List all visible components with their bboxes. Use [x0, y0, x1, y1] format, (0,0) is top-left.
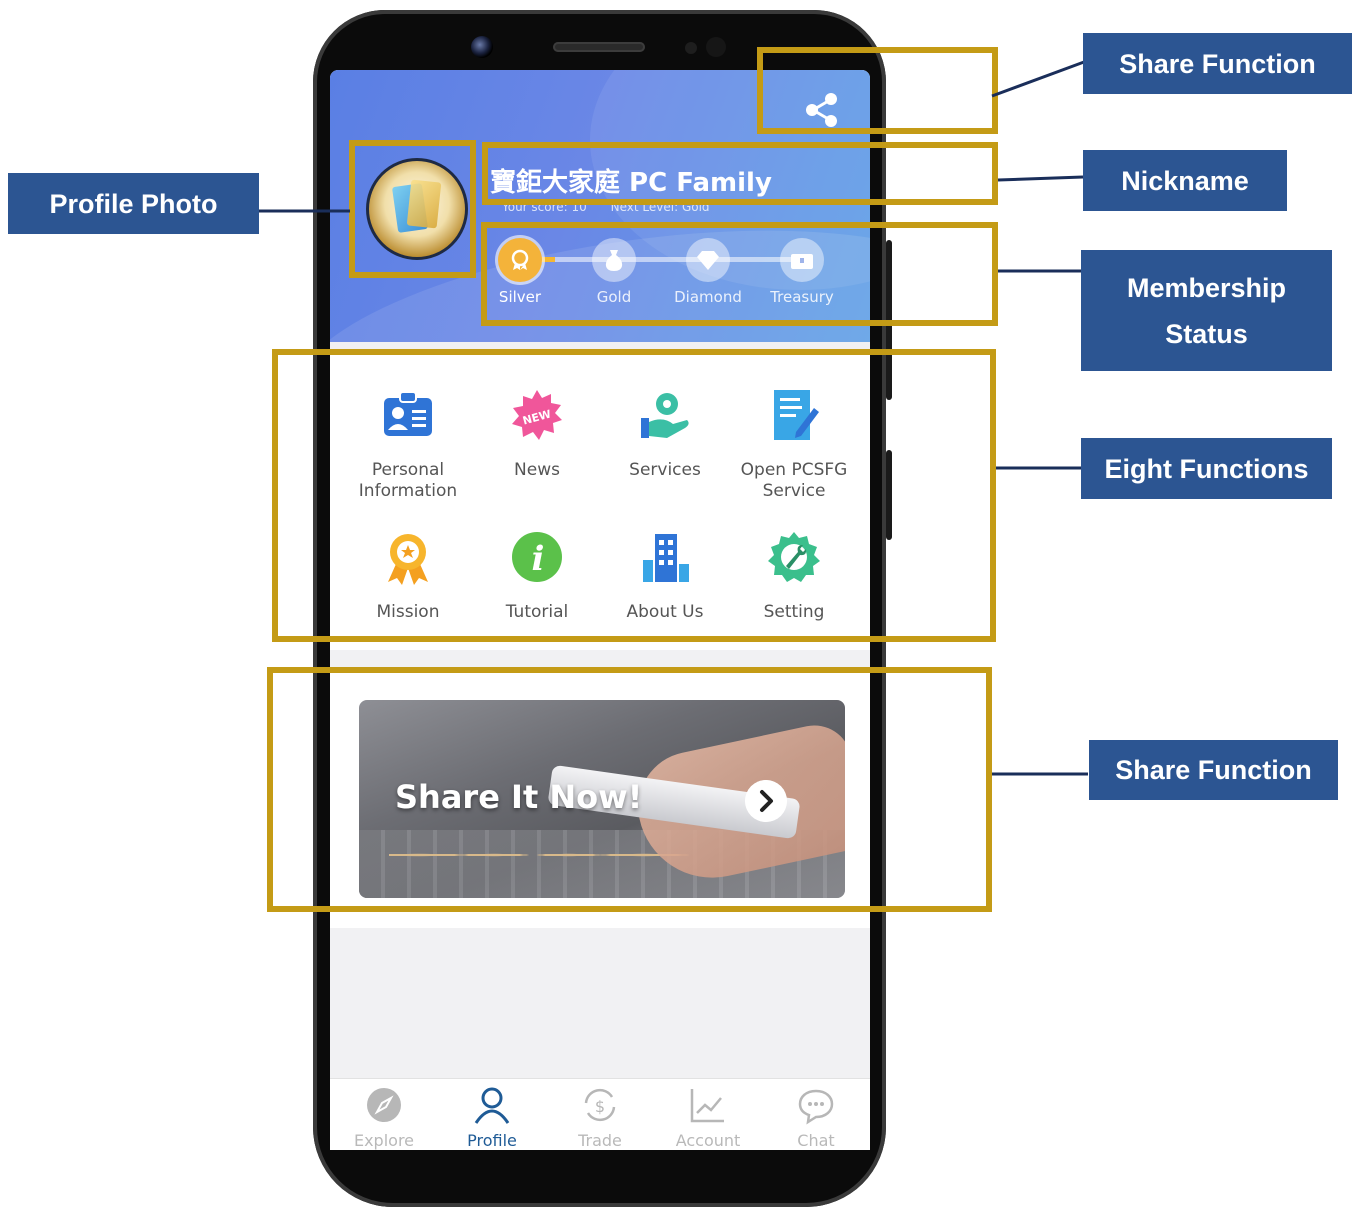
callout-eight-functions: Eight Functions: [1081, 438, 1332, 499]
callout-share-function-top: Share Function: [1083, 33, 1352, 94]
callout-profile-photo: Profile Photo: [8, 173, 259, 234]
callout-share-function-banner: Share Function: [1089, 740, 1338, 800]
callout-membership-status: Membership Status: [1081, 250, 1332, 371]
callout-nickname: Nickname: [1083, 150, 1287, 211]
